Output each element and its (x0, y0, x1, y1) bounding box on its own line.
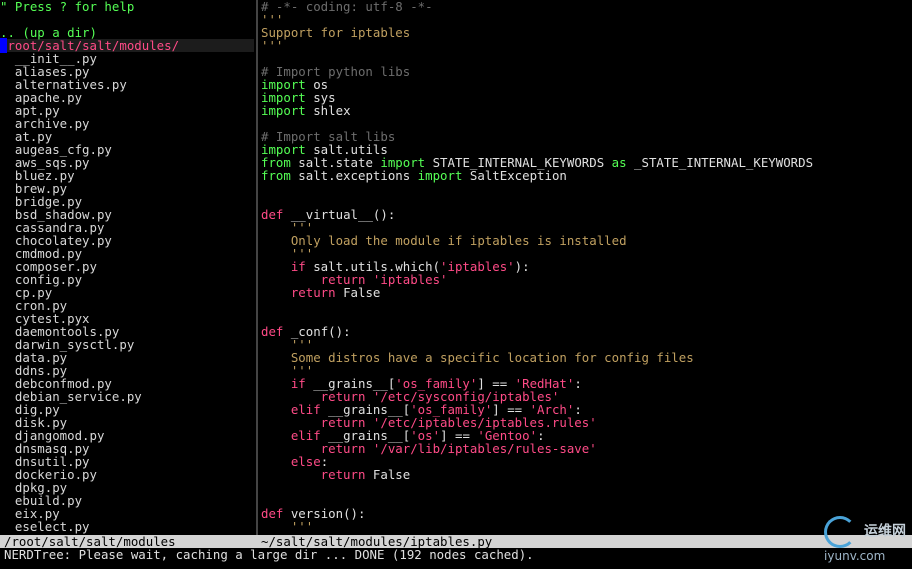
code-token: salt.exceptions (290, 168, 418, 183)
code-line: def __virtual__(): (261, 208, 912, 221)
command-line[interactable]: NERDTree: Please wait, caching a large d… (4, 548, 534, 561)
code-line: import os (261, 78, 912, 91)
code-token: shlex (305, 103, 351, 118)
code-token: # -*- coding: utf-8 -*- (261, 0, 433, 14)
code-token: ''' (261, 38, 284, 53)
code-line: return False (261, 468, 912, 481)
code-buffer[interactable]: # -*- coding: utf-8 -*- ''' Support for ip… (261, 0, 912, 533)
code-line: ''' (261, 39, 912, 52)
code-line: return False (261, 286, 912, 299)
watermark: 运维网 iyunv.com (824, 516, 906, 563)
editor-pane[interactable]: # -*- coding: utf-8 -*- ''' Support for ip… (261, 0, 912, 535)
code-line: return '/var/lib/iptables/rules-save' (261, 442, 912, 455)
code-token: ): (514, 259, 530, 274)
code-token: Only load the module if iptables is inst… (261, 233, 627, 248)
code-line: def version(): (261, 507, 912, 520)
file-list: __init__.py aliases.py alternatives.py a… (0, 52, 254, 533)
code-token: return (261, 467, 366, 482)
help-hint: " Press ? for help (0, 0, 135, 14)
code-line: from salt.exceptions import SaltExceptio… (261, 169, 912, 182)
code-token: : (574, 376, 582, 391)
watermark-logo-icon (824, 516, 857, 548)
code-line: Only load the module if iptables is inst… (261, 234, 912, 247)
code-token: '/var/lib/iptables/rules-save' (365, 441, 597, 456)
code-token: Some distros have a specific location fo… (261, 350, 694, 365)
nerdtree-pane[interactable]: " Press ? for help .. (up a dir) /root/s… (0, 0, 254, 535)
code-line: # -*- coding: utf-8 -*- (261, 0, 912, 13)
code-line: def _conf(): (261, 325, 912, 338)
code-line: import sys (261, 91, 912, 104)
code-line: ''' (261, 520, 912, 533)
code-line: Some distros have a specific location fo… (261, 351, 912, 364)
code-token: return (261, 285, 336, 300)
code-line: Support for iptables (261, 26, 912, 39)
code-token: as (611, 155, 627, 170)
watermark-cn: 运维网 (864, 523, 906, 540)
code-token: import (261, 103, 306, 118)
code-token: import (417, 168, 463, 183)
code-token: 'iptables' (440, 259, 515, 274)
code-token: from (261, 168, 291, 183)
code-line: import shlex (261, 104, 912, 117)
code-token: False (335, 285, 381, 300)
code-token: SaltException (462, 168, 567, 183)
code-line: # Import python libs (261, 65, 912, 78)
code-token: ''' (261, 519, 314, 534)
watermark-url: iyunv.com (824, 549, 886, 563)
file-node[interactable]: eselect.py (0, 520, 254, 533)
window-divider[interactable] (256, 0, 258, 535)
code-token: _STATE_INTERNAL_KEYWORDS (626, 155, 814, 170)
code-token: False (365, 467, 411, 482)
